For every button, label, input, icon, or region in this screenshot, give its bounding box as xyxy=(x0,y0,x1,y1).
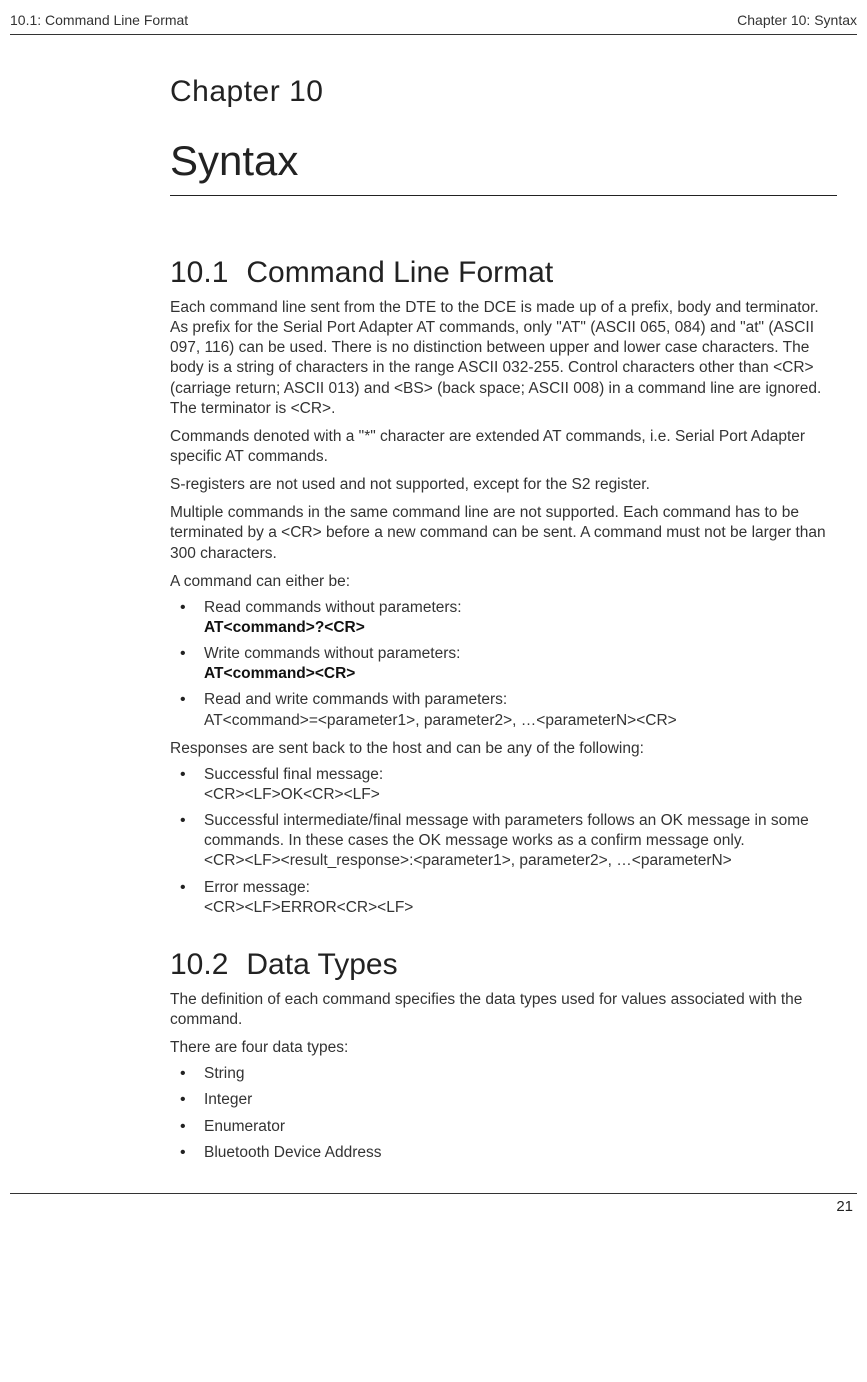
chapter-label: Chapter 10 xyxy=(170,75,837,109)
list-item: Read and write commands with parameters:… xyxy=(170,690,837,730)
list-item-text: String xyxy=(204,1065,245,1082)
list-item: Read commands without parameters: AT<com… xyxy=(170,598,837,638)
list-item-text: Enumerator xyxy=(204,1118,285,1135)
para: S-registers are not used and not support… xyxy=(170,475,837,495)
section-number: 10.2 xyxy=(170,948,228,982)
chapter-title: Syntax xyxy=(170,137,837,196)
list-item: Integer xyxy=(170,1090,837,1110)
list-item-code: AT<command>=<parameter1>, parameter2>, …… xyxy=(204,712,677,729)
command-forms-list: Read commands without parameters: AT<com… xyxy=(170,598,837,731)
list-item-code: <CR><LF><result_response>:<parameter1>, … xyxy=(204,852,732,869)
list-item-text: Successful intermediate/final message wi… xyxy=(204,812,809,849)
list-item-text: Write commands without parameters: xyxy=(204,645,460,662)
list-item-text: Error message: xyxy=(204,879,310,896)
list-item-text: Integer xyxy=(204,1091,252,1108)
header-left: 10.1: Command Line Format xyxy=(10,12,188,28)
para: There are four data types: xyxy=(170,1038,837,1058)
list-item: Enumerator xyxy=(170,1117,837,1137)
section-10-1-heading: 10.1 Command Line Format xyxy=(170,256,837,290)
list-item-text: Read and write commands with parameters: xyxy=(204,691,507,708)
para: The definition of each command specifies… xyxy=(170,990,837,1030)
list-item: Write commands without parameters: AT<co… xyxy=(170,644,837,684)
list-item-code: AT<command><CR> xyxy=(204,665,355,682)
para: Responses are sent back to the host and … xyxy=(170,739,837,759)
list-item: String xyxy=(170,1064,837,1084)
para: Multiple commands in the same command li… xyxy=(170,503,837,563)
list-item: Error message: <CR><LF>ERROR<CR><LF> xyxy=(170,878,837,918)
section-title-text: Command Line Format xyxy=(246,256,553,289)
list-item: Successful final message: <CR><LF>OK<CR>… xyxy=(170,765,837,805)
section-number: 10.1 xyxy=(170,256,228,290)
page: 10.1: Command Line Format Chapter 10: Sy… xyxy=(0,0,867,1382)
para: Each command line sent from the DTE to t… xyxy=(170,298,837,419)
list-item-code: AT<command>?<CR> xyxy=(204,619,365,636)
responses-list: Successful final message: <CR><LF>OK<CR>… xyxy=(170,765,837,918)
list-item-text: Bluetooth Device Address xyxy=(204,1144,382,1161)
list-item-code: <CR><LF>ERROR<CR><LF> xyxy=(204,899,413,916)
data-types-list: String Integer Enumerator Bluetooth Devi… xyxy=(170,1064,837,1163)
list-item-code: <CR><LF>OK<CR><LF> xyxy=(204,786,380,803)
running-header: 10.1: Command Line Format Chapter 10: Sy… xyxy=(0,0,867,34)
list-item-text: Successful final message: xyxy=(204,766,383,783)
para: Commands denoted with a "*" character ar… xyxy=(170,427,837,467)
list-item: Successful intermediate/final message wi… xyxy=(170,811,837,871)
section-title-text: Data Types xyxy=(246,948,397,981)
page-number: 21 xyxy=(0,1194,867,1215)
para: A command can either be: xyxy=(170,572,837,592)
list-item: Bluetooth Device Address xyxy=(170,1143,837,1163)
content-area: Chapter 10 Syntax 10.1 Command Line Forma… xyxy=(0,35,867,1163)
list-item-text: Read commands without parameters: xyxy=(204,599,462,616)
header-right: Chapter 10: Syntax xyxy=(737,12,857,28)
section-10-2-heading: 10.2 Data Types xyxy=(170,948,837,982)
